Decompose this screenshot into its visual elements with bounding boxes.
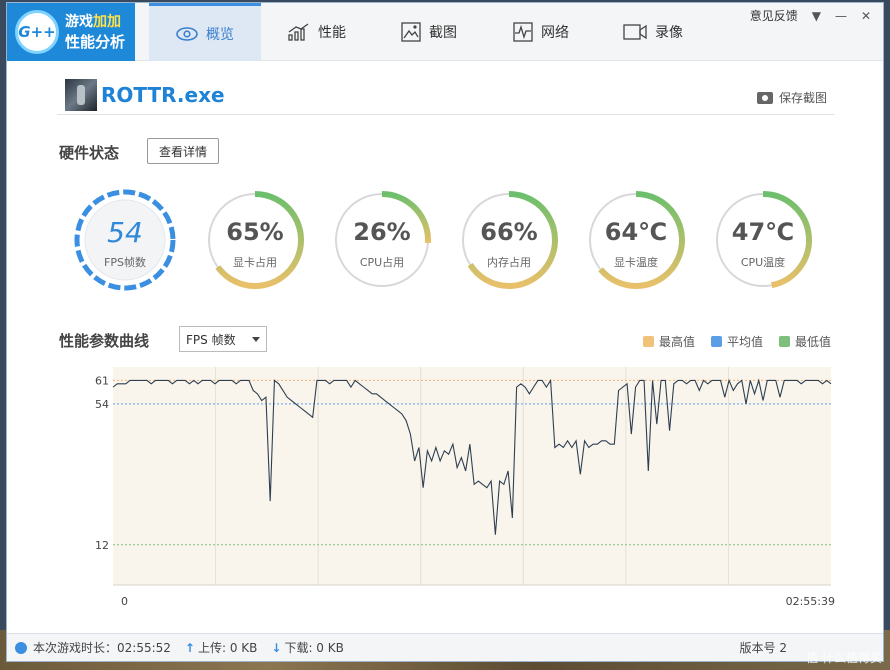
gpu-temp-value: 64℃ <box>604 218 668 246</box>
y-tick-max: 61 <box>95 374 109 387</box>
download-stat: ↓ 下载: 0 KB <box>271 639 343 656</box>
logo-badge-icon: G++ <box>15 10 59 54</box>
download-label: 下载: 0 KB <box>284 641 344 655</box>
y-tick-min: 12 <box>95 539 109 552</box>
upload-arrow-icon: ↑ <box>184 640 195 655</box>
video-icon <box>623 24 647 40</box>
legend-min: 最低值 <box>778 333 831 350</box>
tab-screenshot-label: 截图 <box>429 25 457 41</box>
legend-min-swatch <box>778 336 790 347</box>
tab-recording-label: 录像 <box>655 25 683 41</box>
gauge-gpu-temp: 64℃ 显卡温度 <box>584 188 688 292</box>
status-bar: 本次游戏时长：02:55:52 ↑ 上传: 0 KB ↓ 下载: 0 KB 版本号 … <box>7 633 883 661</box>
main-tabs: 概览 性能 截图 网络 录像 <box>149 3 709 61</box>
logo-text: 游戏加加 性能分析 <box>65 12 125 52</box>
gpu-temp-label: 显卡温度 <box>614 256 658 269</box>
image-icon <box>401 22 421 42</box>
tab-screenshot[interactable]: 截图 <box>373 3 485 61</box>
tab-overview-label: 概览 <box>206 26 234 43</box>
gauge-fps: 54 FPS帧数 <box>73 188 177 292</box>
chevron-down-icon <box>252 337 260 342</box>
tab-performance[interactable]: 性能 <box>261 3 373 61</box>
tab-overview[interactable]: 概览 <box>149 3 261 61</box>
gauge-cpu-usage: 26% CPU占用 <box>330 188 434 292</box>
hardware-status-title: 硬件状态 <box>59 144 120 162</box>
tab-network[interactable]: 网络 <box>485 3 597 61</box>
legend-avg-swatch <box>710 336 722 347</box>
gpu-usage-value: 65% <box>226 218 284 246</box>
pulse-icon <box>513 22 533 42</box>
plot-area <box>113 367 831 585</box>
gauge-cpu-temp: 47℃ CPU温度 <box>711 188 815 292</box>
save-screenshot-button[interactable]: 保存截图 <box>756 89 827 106</box>
play-duration: 本次游戏时长：02:55:52 <box>33 641 171 655</box>
game-name: ROTTR.exe <box>101 83 225 107</box>
logo-line2: 性能分析 <box>65 33 126 51</box>
game-thumbnail <box>65 79 97 111</box>
version-label: 版本号 2 <box>739 641 787 655</box>
legend-max-swatch <box>642 336 654 347</box>
save-screenshot-label: 保存截图 <box>778 91 827 105</box>
view-details-button[interactable]: 查看详情 <box>147 138 219 164</box>
window-controls: 意见反馈 ▼ — ✕ <box>750 7 871 24</box>
bar-chart-icon <box>288 23 309 41</box>
eye-icon <box>176 26 198 41</box>
fps-value: 54 <box>107 216 143 249</box>
clock-icon <box>15 641 27 654</box>
logo-line1-b: 加加 <box>93 14 121 30</box>
logo-line1-a: 游戏 <box>65 14 93 30</box>
cpu-usage-label: CPU占用 <box>359 256 405 269</box>
x-tick-end: 02:55:39 <box>786 595 835 608</box>
gpu-usage-label: 显卡占用 <box>233 256 277 269</box>
memory-usage-label: 内存占用 <box>487 256 531 269</box>
legend-max-label: 最高值 <box>658 335 695 349</box>
memory-usage-value: 66% <box>480 218 538 246</box>
app-logo: G++ 游戏加加 性能分析 <box>7 3 135 61</box>
app-window: G++ 游戏加加 性能分析 概览 性能 截图 网络 录像 意见反馈 ▼ — ✕ … <box>6 2 884 662</box>
menu-dropdown-icon[interactable]: ▼ <box>812 9 821 23</box>
fps-line-chart: 61 54 12 0 02:55:39 <box>95 367 835 608</box>
tab-recording[interactable]: 录像 <box>597 3 709 61</box>
x-tick-start: 0 <box>121 595 128 608</box>
camera-icon <box>756 91 773 104</box>
feedback-link[interactable]: 意见反馈 <box>750 7 798 24</box>
metric-select[interactable]: FPS 帧数 <box>179 326 267 352</box>
tab-network-label: 网络 <box>541 25 569 41</box>
gauge-memory-usage: 66% 内存占用 <box>457 188 561 292</box>
cpu-temp-value: 47℃ <box>731 218 795 246</box>
curve-title: 性能参数曲线 <box>59 332 150 350</box>
download-arrow-icon: ↓ <box>271 640 282 655</box>
gauge-gpu-usage: 65% 显卡占用 <box>203 188 307 292</box>
watermark: 值 什么值得买 <box>806 651 882 665</box>
header: G++ 游戏加加 性能分析 概览 性能 截图 网络 录像 意见反馈 ▼ — ✕ <box>7 3 883 61</box>
y-tick-avg: 54 <box>95 398 109 411</box>
game-title-row: ROTTR.exe 保存截图 <box>57 79 835 115</box>
upload-stat: ↑ 上传: 0 KB <box>185 639 257 656</box>
tab-performance-label: 性能 <box>318 25 346 41</box>
close-icon[interactable]: ✕ <box>861 9 871 23</box>
legend-max: 最高值 <box>642 333 695 350</box>
legend-avg-label: 平均值 <box>726 335 763 349</box>
cpu-temp-label: CPU温度 <box>740 256 786 269</box>
legend-min-label: 最低值 <box>794 335 831 349</box>
gauge-row: 54 FPS帧数 65% 显卡占用 26% CPU占用 66% 内存占用 64℃… <box>73 188 833 298</box>
minimize-icon[interactable]: — <box>835 9 847 23</box>
cpu-usage-value: 26% <box>353 218 411 246</box>
metric-select-value: FPS 帧数 <box>186 332 236 347</box>
upload-label: 上传: 0 KB <box>197 641 258 655</box>
chart-legend: 最高值 平均值 最低值 <box>627 333 831 350</box>
fps-label: FPS帧数 <box>104 256 146 269</box>
legend-avg: 平均值 <box>710 333 763 350</box>
